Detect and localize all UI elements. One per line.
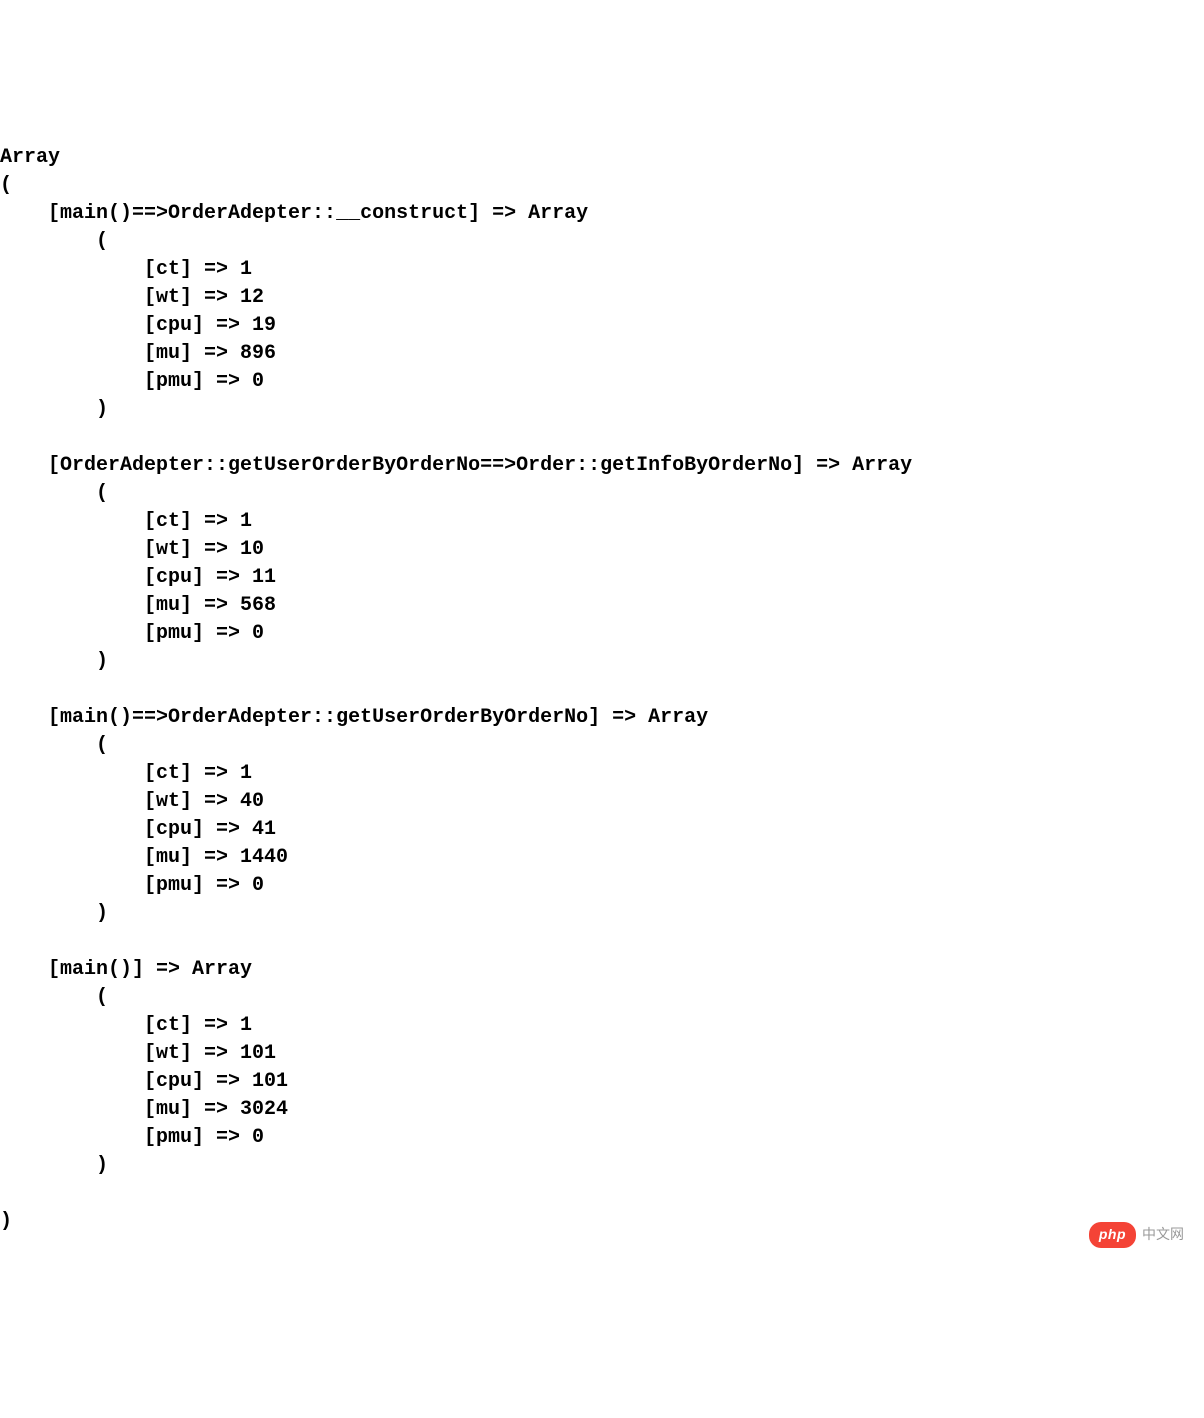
- metric-ct: 1: [240, 1014, 252, 1037]
- metric-ct: 1: [240, 258, 252, 281]
- metric-wt: 12: [240, 286, 264, 309]
- metric-mu: 1440: [240, 846, 288, 869]
- metric-pmu: 0: [252, 622, 264, 645]
- metric-pmu: 0: [252, 1126, 264, 1149]
- metric-wt: 40: [240, 790, 264, 813]
- metric-pmu: 0: [252, 874, 264, 897]
- code-dump: Array ( [main()==>OrderAdepter::__constr…: [0, 140, 1204, 1236]
- watermark-badge: php: [1089, 1222, 1136, 1248]
- array-root-label: Array: [0, 146, 60, 169]
- entry-key: [main()==>OrderAdepter::__construct] => …: [48, 202, 588, 225]
- entry-key: [OrderAdepter::getUserOrderByOrderNo==>O…: [48, 454, 912, 477]
- metric-wt: 10: [240, 538, 264, 561]
- watermark-text: 中文网: [1142, 1225, 1184, 1245]
- metric-mu: 568: [240, 594, 276, 617]
- metric-cpu: 41: [252, 818, 276, 841]
- metric-mu: 3024: [240, 1098, 288, 1121]
- metric-ct: 1: [240, 762, 252, 785]
- metric-mu: 896: [240, 342, 276, 365]
- metric-wt: 101: [240, 1042, 276, 1065]
- metric-pmu: 0: [252, 370, 264, 393]
- entry-key: [main()==>OrderAdepter::getUserOrderByOr…: [48, 706, 708, 729]
- metric-ct: 1: [240, 510, 252, 533]
- watermark: php 中文网: [1089, 1222, 1184, 1248]
- entry-key: [main()] => Array: [48, 958, 252, 981]
- metric-cpu: 101: [252, 1070, 288, 1093]
- metric-cpu: 19: [252, 314, 276, 337]
- metric-cpu: 11: [252, 566, 276, 589]
